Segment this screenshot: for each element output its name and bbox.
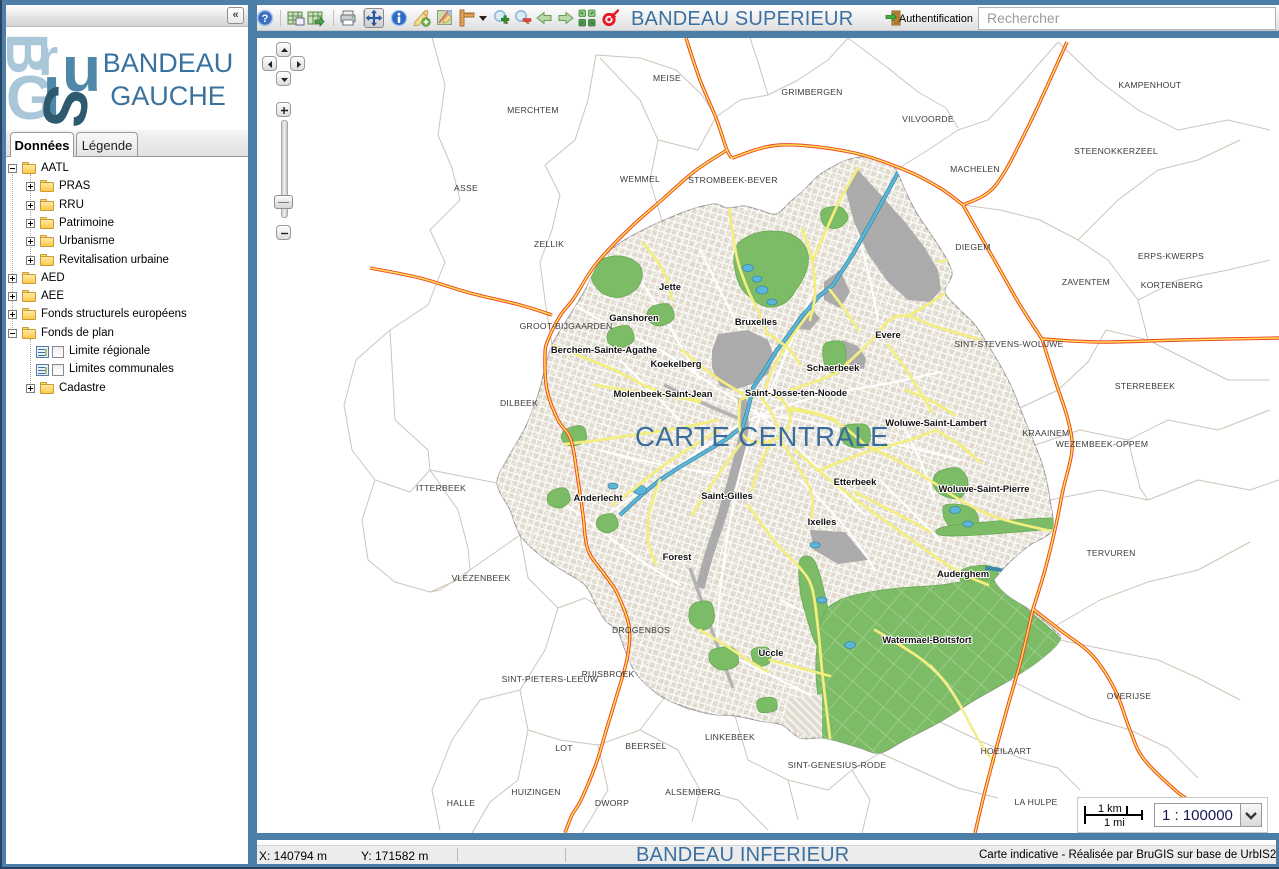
svg-text:Ganshoren: Ganshoren (609, 312, 659, 323)
svg-text:BEERSEL: BEERSEL (625, 741, 666, 751)
svg-text:ZAVENTEM: ZAVENTEM (1062, 277, 1110, 287)
svg-text:DROGENBOS: DROGENBOS (612, 625, 670, 635)
svg-text:Schaerbeek: Schaerbeek (807, 362, 860, 373)
svg-text:DILBEEK: DILBEEK (500, 398, 538, 408)
svg-text:LA HULPE: LA HULPE (1014, 797, 1057, 807)
svg-text:ITTERBEEK: ITTERBEEK (416, 483, 466, 493)
svg-text:STROMBEEK-BEVER: STROMBEEK-BEVER (688, 175, 778, 185)
svg-text:CARTE CENTRALE: CARTE CENTRALE (635, 421, 889, 452)
svg-text:RUISBROEK: RUISBROEK (582, 669, 635, 679)
svg-text:ALSEMBERG: ALSEMBERG (665, 787, 721, 797)
svg-text:STERREBEEK: STERREBEEK (1115, 381, 1175, 391)
svg-text:Molenbeek-Saint-Jean: Molenbeek-Saint-Jean (614, 388, 713, 399)
svg-text:Anderlecht: Anderlecht (574, 492, 623, 503)
svg-text:HALLE: HALLE (447, 798, 475, 808)
svg-text:?: ? (262, 13, 269, 25)
svg-text:Uccle: Uccle (758, 647, 783, 658)
svg-text:KORTENBERG: KORTENBERG (1141, 280, 1204, 290)
svg-text:SINT-STEVENS-WOLUWE: SINT-STEVENS-WOLUWE (954, 339, 1063, 349)
svg-text:DWORP: DWORP (595, 798, 629, 808)
svg-text:Koekelberg: Koekelberg (650, 358, 701, 369)
svg-text:VILVOORDE: VILVOORDE (902, 114, 954, 124)
svg-text:DIEGEM: DIEGEM (955, 242, 990, 252)
svg-text:Bruxelles: Bruxelles (735, 316, 777, 327)
svg-text:STEENOKKERZEEL: STEENOKKERZEEL (1074, 146, 1158, 156)
svg-text:Saint-Gilles: Saint-Gilles (701, 490, 753, 501)
svg-text:Etterbeek: Etterbeek (834, 476, 878, 487)
svg-text:Woluwe-Saint-Lambert: Woluwe-Saint-Lambert (885, 417, 986, 428)
svg-text:MACHELEN: MACHELEN (950, 164, 1000, 174)
svg-text:MEISE: MEISE (653, 73, 681, 83)
svg-text:KRAAINEM: KRAAINEM (1023, 428, 1070, 438)
svg-text:Forest: Forest (663, 551, 692, 562)
svg-text:Watermael-Boitsfort: Watermael-Boitsfort (882, 634, 971, 645)
svg-text:OVERIJSE: OVERIJSE (1107, 691, 1152, 701)
svg-text:ERPS-KWERPS: ERPS-KWERPS (1138, 251, 1204, 261)
svg-text:LINKEBEEK: LINKEBEEK (705, 732, 755, 742)
svg-text:VLEZENBEEK: VLEZENBEEK (452, 573, 511, 583)
svg-text:1 mi: 1 mi (1104, 817, 1125, 829)
svg-text:HUIZINGEN: HUIZINGEN (511, 787, 561, 797)
svg-text:ASSE: ASSE (454, 183, 478, 193)
svg-text:GRIMBERGEN: GRIMBERGEN (781, 87, 842, 97)
svg-text:Berchem-Sainte-Agathe: Berchem-Sainte-Agathe (551, 344, 657, 355)
svg-text:LOT: LOT (555, 743, 573, 753)
svg-text:Ixelles: Ixelles (808, 516, 837, 527)
svg-text:Jette: Jette (659, 281, 681, 292)
svg-text:1 km: 1 km (1098, 803, 1122, 815)
svg-text:WEMMEL: WEMMEL (620, 174, 660, 184)
svg-text:MERCHTEM: MERCHTEM (507, 105, 559, 115)
svg-text:Saint-Josse-ten-Noode: Saint-Josse-ten-Noode (745, 387, 847, 398)
svg-text:KAMPENHOUT: KAMPENHOUT (1118, 80, 1182, 90)
svg-text:SINT-GENESIUS-RODE: SINT-GENESIUS-RODE (788, 760, 887, 770)
svg-text:TERVUREN: TERVUREN (1086, 548, 1135, 558)
svg-text:WEZEMBEEK-OPPEM: WEZEMBEEK-OPPEM (1056, 439, 1149, 449)
svg-text:HOEILAART: HOEILAART (981, 746, 1032, 756)
svg-text:ZELLIK: ZELLIK (534, 239, 564, 249)
svg-text:Auderghem: Auderghem (937, 568, 989, 579)
svg-text:Woluwe-Saint-Pierre: Woluwe-Saint-Pierre (939, 483, 1030, 494)
svg-text:GROOT-BIJGAARDEN: GROOT-BIJGAARDEN (520, 321, 613, 331)
svg-text:Evere: Evere (875, 329, 901, 340)
